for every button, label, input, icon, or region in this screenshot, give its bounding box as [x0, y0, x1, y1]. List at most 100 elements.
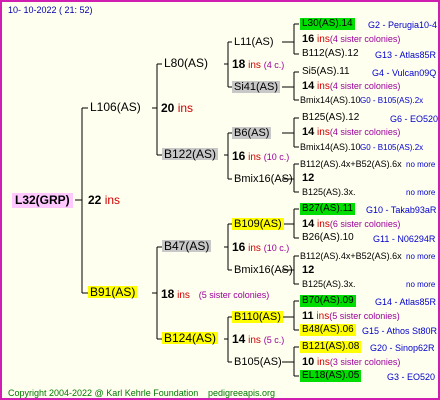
gen2-ins-3: 16 ins (10 c.) [232, 241, 289, 255]
gen2-ins-2-word: ins [248, 152, 261, 163]
gen4-ins-2-note: (4 sister colonies) [329, 81, 401, 91]
gen1-ins-2-note: (5 sister colonies) [198, 290, 270, 300]
gen4-info-3a: G6 - EO520 [390, 114, 439, 124]
gen4-ins-3: 14 ins(4 sister colonies) [302, 126, 400, 139]
gen2-queen-1[interactable]: L80(AS) [162, 57, 210, 69]
gen2-ins-2-note: (10 c.) [263, 152, 290, 162]
gen2-ins-1-value: 18 [232, 57, 246, 71]
gen4-queen-7a[interactable]: B70(AS).09 [300, 295, 356, 307]
gen4-ins-2: 14 ins(4 sister colonies) [302, 80, 400, 93]
gen4-queen-2a[interactable]: Si5(AS).11 [302, 66, 350, 78]
gen4-ins-1-word: ins [317, 34, 330, 45]
gen3-queen-6[interactable]: Bmix16(AS) [232, 264, 295, 276]
gen4-queen-5a[interactable]: B27(AS).11 [300, 203, 355, 215]
gen2-queen-2[interactable]: B122(AS) [162, 148, 219, 160]
gen4-ins-6-value: 12 [302, 264, 315, 276]
gen4-queen-6a[interactable]: B112(AS).4x+B52(AS).6x [300, 250, 402, 262]
gen1-ins-1: 20 ins [161, 102, 193, 114]
gen4-ins-8-note: (3 sister colonies) [329, 357, 401, 367]
gen4-ins-3-value: 14 [302, 126, 315, 138]
gen4-info-5a: G10 - Takab93aR [366, 205, 437, 215]
gen3-queen-8[interactable]: B105(AS) [232, 356, 284, 368]
gen4-ins-8: 10 ins(3 sister colonies) [302, 356, 400, 369]
gen4-ins-3-word: ins [317, 127, 330, 138]
gen3-queen-7[interactable]: B110(AS) [232, 311, 283, 323]
gen4-info-7b: G15 - Athos St80R [362, 326, 438, 336]
gen4-info-6b: no more [406, 280, 436, 289]
gen2-ins-3-value: 16 [232, 240, 246, 254]
gen4-ins-4: 12 [302, 172, 314, 185]
gen3-queen-3[interactable]: B6(AS) [232, 127, 272, 139]
gen2-ins-4-word: ins [248, 335, 261, 346]
gen4-ins-2-word: ins [317, 81, 330, 92]
gen1-ins-1-word: ins [177, 101, 194, 115]
gen1-ins-2: 18 ins (5 sister colonies) [161, 288, 269, 302]
gen4-info-5b: G11 - N06294R [373, 234, 436, 244]
gen4-queen-7b[interactable]: B48(AS).06 [300, 324, 356, 336]
gen2-ins-3-word: ins [248, 243, 261, 254]
gen4-info-8a: G20 - Sinop62R [370, 343, 435, 353]
gen4-ins-1: 16 ins(4 sister colonies) [302, 33, 400, 46]
gen4-ins-7-note: (5 sister colonies) [329, 311, 400, 321]
timestamp: 10- 10-2022 ( 21: 52) [8, 5, 93, 15]
gen4-ins-7-word: ins [316, 311, 330, 322]
gen4-queen-1a[interactable]: L30(AS).14 [300, 18, 355, 30]
gen2-queen-4[interactable]: B124(AS) [162, 332, 219, 344]
gen2-ins-4-note: (5 c.) [263, 335, 285, 345]
gen4-queen-1b[interactable]: B112(AS).12 [302, 48, 359, 60]
gen1-ins-2-word: ins [177, 290, 190, 301]
gen4-info-8b: G3 - EO520 [387, 372, 436, 382]
gen2-ins-1-word: ins [248, 60, 261, 71]
gen4-ins-2-value: 14 [302, 80, 315, 92]
gen2-ins-2: 16 ins (10 c.) [232, 150, 289, 164]
gen2-ins-2-value: 16 [232, 149, 246, 163]
gen4-queen-6b[interactable]: B125(AS).3x. [302, 278, 356, 290]
gen2-queen-3[interactable]: B47(AS) [162, 240, 212, 252]
gen4-queen-4b[interactable]: B125(AS).3x. [302, 186, 356, 198]
gen4-ins-8-value: 10 [302, 356, 315, 368]
gen2-ins-1-note: (4 c.) [263, 60, 285, 70]
gen4-ins-7-value: 11 [302, 310, 314, 322]
site-name: pedigreeapis.org [208, 388, 276, 398]
root-ins-word: ins [104, 193, 121, 207]
gen4-queen-4a[interactable]: B112(AS).4x+B52(AS).6x [300, 158, 402, 170]
gen1-queen-1[interactable]: L106(AS) [88, 101, 143, 113]
root-queen[interactable]: L32(GRP) [12, 193, 73, 208]
gen2-ins-4-value: 14 [232, 332, 246, 346]
gen1-ins-1-value: 20 [161, 101, 175, 115]
gen2-ins-4: 14 ins (5 c.) [232, 333, 284, 347]
gen4-info-2a: G4 - Vulcan09Q [372, 68, 437, 78]
gen4-ins-1-note: (4 sister colonies) [329, 34, 401, 44]
gen4-ins-6: 12 [302, 264, 314, 277]
gen4-ins-3-note: (4 sister colonies) [329, 127, 401, 137]
gen4-queen-8b[interactable]: EL18(AS).05 [300, 370, 362, 382]
gen1-ins-2-value: 18 [161, 287, 175, 301]
gen4-ins-4-value: 12 [302, 172, 315, 184]
gen4-queen-8a[interactable]: B121(AS).08 [300, 341, 362, 353]
gen4-queen-3a[interactable]: B125(AS).12 [302, 112, 359, 124]
gen4-ins-8-word: ins [317, 357, 330, 368]
gen1-queen-2[interactable]: B91(AS) [88, 286, 138, 298]
gen4-info-1b: G13 - Atlas85R [375, 50, 437, 60]
gen3-queen-5[interactable]: B109(AS) [232, 218, 284, 230]
gen3-queen-4[interactable]: Bmix16(AS) [232, 173, 295, 185]
gen4-info-1a: G2 - Perugia10-4 [368, 20, 438, 30]
gen4-queen-5b[interactable]: B26(AS).10 [302, 232, 354, 244]
gen4-ins-7: 11 ins(5 sister colonies) [302, 310, 400, 323]
gen4-ins-1-value: 16 [302, 33, 315, 45]
gen2-ins-1: 18 ins (4 c.) [232, 58, 284, 72]
root-ins-value: 22 [88, 193, 102, 207]
gen4-info-6a: no more [406, 252, 436, 261]
copyright: Copyright 2004-2022 @ Karl Kehrle Founda… [8, 388, 199, 398]
gen4-info-4b: no more [406, 188, 436, 197]
gen2-ins-3-note: (10 c.) [263, 243, 290, 253]
gen4-ins-5-word: ins [317, 219, 330, 230]
gen4-queen-3b[interactable]: Bmix14(AS).10 [300, 141, 361, 153]
gen4-ins-5-note: (6 sister colonies) [329, 219, 401, 229]
gen3-queen-1[interactable]: L11(AS) [232, 36, 276, 48]
gen4-ins-5: 14 ins(6 sister colonies) [302, 218, 400, 231]
gen4-info-7a: G14 - Atlas85R [375, 297, 437, 307]
gen3-queen-2[interactable]: Si41(AS) [232, 81, 281, 93]
gen4-queen-2b[interactable]: Bmix14(AS).10 [300, 94, 361, 106]
gen4-info-2b: G0 - B105(AS).2x [360, 96, 424, 105]
